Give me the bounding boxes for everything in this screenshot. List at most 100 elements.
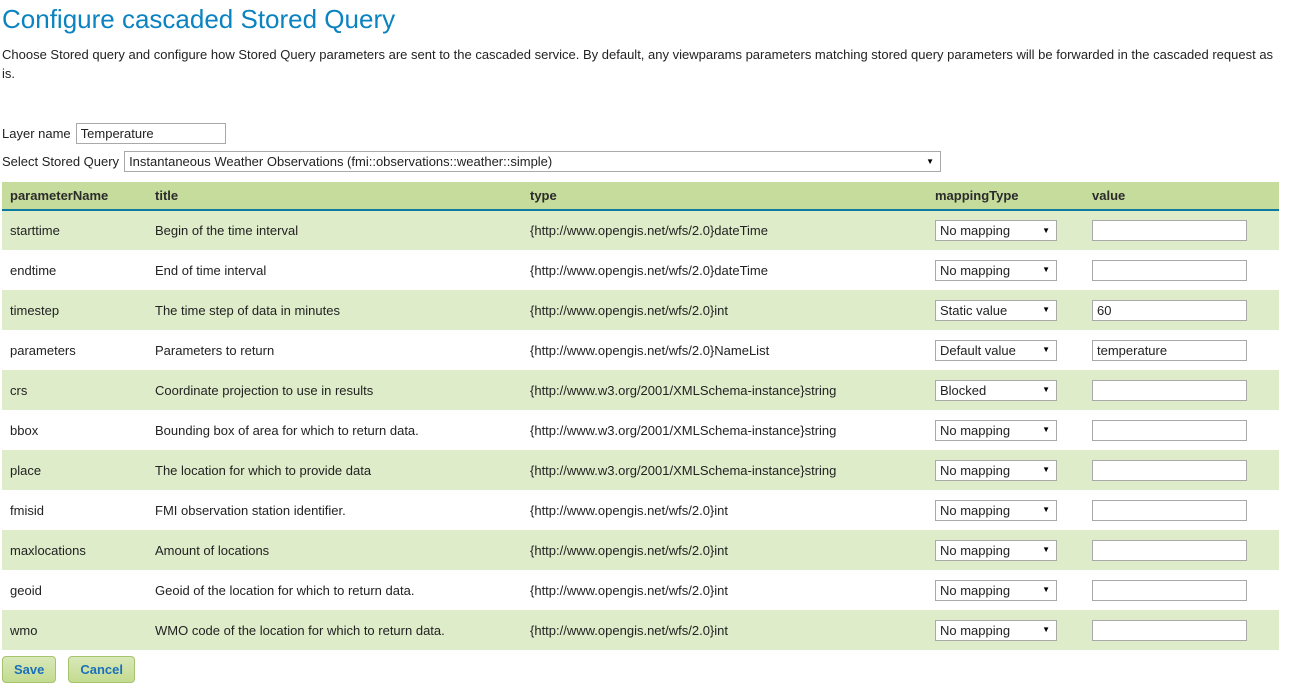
table-header-row: parameterName title type mappingType val… (2, 182, 1279, 210)
param-type-cell: {http://www.w3.org/2001/XMLSchema-instan… (522, 370, 927, 410)
page-description: Choose Stored query and configure how St… (2, 45, 1283, 83)
stored-query-row: Select Stored Query Instantaneous Weathe… (2, 151, 1283, 172)
page-title: Configure cascaded Stored Query (2, 4, 1283, 35)
save-button[interactable]: Save (2, 656, 56, 683)
value-cell (1084, 530, 1279, 570)
mapping-type-select[interactable]: No mapping (935, 220, 1057, 241)
mapping-type-select-wrap: No mapping ▼ (935, 500, 1057, 521)
layer-name-label: Layer name (2, 126, 71, 141)
param-value-input[interactable] (1092, 540, 1247, 561)
value-cell (1084, 210, 1279, 250)
mapping-type-cell: No mapping ▼ (927, 530, 1084, 570)
mapping-type-select-wrap: No mapping ▼ (935, 460, 1057, 481)
table-row: place The location for which to provide … (2, 450, 1279, 490)
param-value-input[interactable] (1092, 500, 1247, 521)
param-name-cell: place (2, 450, 147, 490)
value-cell (1084, 450, 1279, 490)
table-row: parameters Parameters to return {http://… (2, 330, 1279, 370)
mapping-type-select[interactable]: No mapping (935, 460, 1057, 481)
table-row: fmisid FMI observation station identifie… (2, 490, 1279, 530)
stored-query-select-wrap: Instantaneous Weather Observations (fmi:… (124, 151, 941, 172)
param-name-cell: endtime (2, 250, 147, 290)
layer-name-input[interactable] (76, 123, 226, 144)
table-row: starttime Begin of the time interval {ht… (2, 210, 1279, 250)
value-cell (1084, 290, 1279, 330)
table-row: maxlocations Amount of locations {http:/… (2, 530, 1279, 570)
param-type-cell: {http://www.opengis.net/wfs/2.0}int (522, 610, 927, 650)
param-value-input[interactable] (1092, 340, 1247, 361)
param-value-input[interactable] (1092, 420, 1247, 441)
param-title-cell: Amount of locations (147, 530, 522, 570)
table-row: bbox Bounding box of area for which to r… (2, 410, 1279, 450)
param-title-cell: Coordinate projection to use in results (147, 370, 522, 410)
header-mapping-type: mappingType (927, 182, 1084, 210)
mapping-type-select[interactable]: No mapping (935, 500, 1057, 521)
mapping-type-select[interactable]: Static value (935, 300, 1057, 321)
mapping-type-cell: No mapping ▼ (927, 610, 1084, 650)
mapping-type-cell: Static value ▼ (927, 290, 1084, 330)
mapping-type-select[interactable]: No mapping (935, 540, 1057, 561)
header-value: value (1084, 182, 1279, 210)
param-name-cell: geoid (2, 570, 147, 610)
parameter-table-body: starttime Begin of the time interval {ht… (2, 210, 1279, 650)
param-name-cell: crs (2, 370, 147, 410)
param-title-cell: Bounding box of area for which to return… (147, 410, 522, 450)
param-type-cell: {http://www.opengis.net/wfs/2.0}int (522, 490, 927, 530)
param-type-cell: {http://www.opengis.net/wfs/2.0}dateTime (522, 210, 927, 250)
value-cell (1084, 410, 1279, 450)
mapping-type-select[interactable]: Default value (935, 340, 1057, 361)
param-title-cell: WMO code of the location for which to re… (147, 610, 522, 650)
mapping-type-select-wrap: No mapping ▼ (935, 580, 1057, 601)
value-cell (1084, 610, 1279, 650)
mapping-type-select[interactable]: No mapping (935, 620, 1057, 641)
param-type-cell: {http://www.w3.org/2001/XMLSchema-instan… (522, 450, 927, 490)
mapping-type-select-wrap: No mapping ▼ (935, 220, 1057, 241)
action-buttons: Save Cancel (2, 656, 1283, 683)
table-row: wmo WMO code of the location for which t… (2, 610, 1279, 650)
param-title-cell: Parameters to return (147, 330, 522, 370)
param-value-input[interactable] (1092, 580, 1247, 601)
param-name-cell: maxlocations (2, 530, 147, 570)
value-cell (1084, 490, 1279, 530)
param-title-cell: FMI observation station identifier. (147, 490, 522, 530)
value-cell (1084, 570, 1279, 610)
param-type-cell: {http://www.opengis.net/wfs/2.0}int (522, 290, 927, 330)
param-name-cell: fmisid (2, 490, 147, 530)
param-value-input[interactable] (1092, 380, 1247, 401)
mapping-type-select-wrap: No mapping ▼ (935, 540, 1057, 561)
layer-name-row: Layer name (2, 123, 1283, 144)
mapping-type-select-wrap: Blocked ▼ (935, 380, 1057, 401)
value-cell (1084, 250, 1279, 290)
param-title-cell: Begin of the time interval (147, 210, 522, 250)
param-title-cell: Geoid of the location for which to retur… (147, 570, 522, 610)
header-parameter-name: parameterName (2, 182, 147, 210)
param-value-input[interactable] (1092, 300, 1247, 321)
header-type: type (522, 182, 927, 210)
param-name-cell: wmo (2, 610, 147, 650)
mapping-type-cell: No mapping ▼ (927, 450, 1084, 490)
mapping-type-select-wrap: Static value ▼ (935, 300, 1057, 321)
param-title-cell: The time step of data in minutes (147, 290, 522, 330)
param-value-input[interactable] (1092, 260, 1247, 281)
cancel-button[interactable]: Cancel (68, 656, 135, 683)
mapping-type-select-wrap: Default value ▼ (935, 340, 1057, 361)
mapping-type-select-wrap: No mapping ▼ (935, 260, 1057, 281)
stored-query-label: Select Stored Query (2, 154, 119, 169)
mapping-type-select[interactable]: Blocked (935, 380, 1057, 401)
mapping-type-select[interactable]: No mapping (935, 580, 1057, 601)
param-value-input[interactable] (1092, 620, 1247, 641)
mapping-type-select[interactable]: No mapping (935, 420, 1057, 441)
parameter-table: parameterName title type mappingType val… (2, 182, 1279, 650)
param-value-input[interactable] (1092, 460, 1247, 481)
param-value-input[interactable] (1092, 220, 1247, 241)
mapping-type-select[interactable]: No mapping (935, 260, 1057, 281)
stored-query-select[interactable]: Instantaneous Weather Observations (fmi:… (124, 151, 941, 172)
mapping-type-select-wrap: No mapping ▼ (935, 420, 1057, 441)
table-row: geoid Geoid of the location for which to… (2, 570, 1279, 610)
mapping-type-select-wrap: No mapping ▼ (935, 620, 1057, 641)
param-type-cell: {http://www.opengis.net/wfs/2.0}int (522, 570, 927, 610)
param-name-cell: starttime (2, 210, 147, 250)
param-type-cell: {http://www.opengis.net/wfs/2.0}dateTime (522, 250, 927, 290)
table-row: crs Coordinate projection to use in resu… (2, 370, 1279, 410)
value-cell (1084, 370, 1279, 410)
